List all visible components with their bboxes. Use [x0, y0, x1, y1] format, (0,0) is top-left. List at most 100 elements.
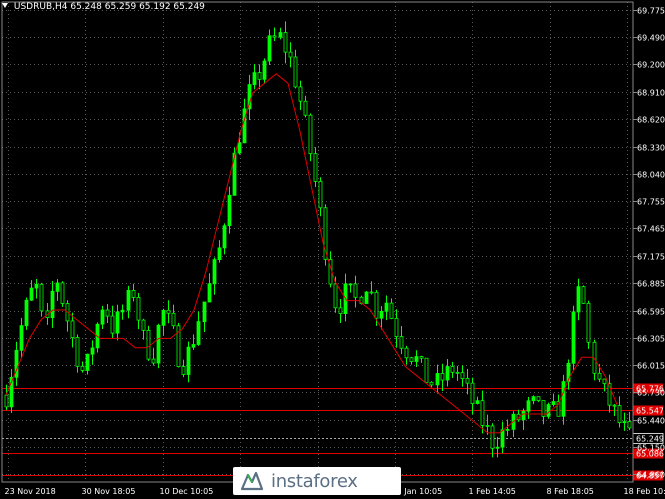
- candle-body: [24, 299, 29, 327]
- y-tick-label: 69.775: [637, 7, 665, 16]
- x-tick-label: 30 Nov 18:05: [82, 487, 136, 496]
- candle-body: [490, 425, 495, 449]
- instaforex-logo[interactable]: instaforex: [233, 467, 401, 495]
- candle-body: [429, 381, 434, 386]
- candle-body: [115, 311, 120, 334]
- y-tick-label: 64.860: [637, 471, 665, 480]
- y-tick-label: 68.330: [637, 144, 665, 153]
- candle-body: [4, 394, 9, 408]
- candle-body: [100, 309, 105, 325]
- candle-body: [414, 356, 419, 362]
- y-tick-label: 65.730: [637, 389, 665, 398]
- candle-body: [612, 404, 617, 407]
- candle-body: [110, 315, 115, 334]
- y-tick-label: 68.040: [637, 171, 665, 180]
- candle-body: [75, 337, 80, 367]
- candle-body: [313, 153, 318, 182]
- candle-body: [546, 404, 551, 417]
- candle-body: [536, 396, 541, 401]
- candle-body: [60, 282, 65, 304]
- x-tick-label: 23 Nov 2018: [5, 487, 56, 496]
- y-tick-label: 66.305: [637, 335, 665, 344]
- candle-body: [298, 86, 303, 102]
- candle-body: [597, 372, 602, 380]
- x-tick-label: 8 Feb 18:05: [547, 487, 594, 496]
- candle-body: [196, 321, 201, 345]
- candle-body: [435, 373, 440, 386]
- candle-body: [29, 287, 34, 301]
- candle-body: [120, 309, 125, 313]
- candle-body: [485, 425, 490, 427]
- candle-body: [460, 372, 465, 379]
- candle-body: [348, 283, 353, 286]
- candle-body: [521, 410, 526, 421]
- candle-body: [353, 283, 358, 298]
- candle-body: [531, 396, 536, 402]
- candle-body: [495, 446, 500, 449]
- candle-body: [267, 35, 272, 62]
- y-tick-label: 69.490: [637, 34, 665, 43]
- candle-body: [394, 318, 399, 337]
- candle-body: [156, 324, 161, 364]
- candle-body: [480, 400, 485, 426]
- ohlc-label: 65.248 65.259 65.192 65.249: [70, 2, 205, 12]
- candle-body: [617, 405, 622, 424]
- dropdown-triangle-icon[interactable]: [2, 3, 8, 8]
- candle-body: [105, 309, 110, 317]
- candle-body: [237, 142, 242, 154]
- y-tick-label: 66.885: [637, 280, 665, 289]
- candle-body: [389, 302, 394, 319]
- candle-body: [55, 282, 60, 292]
- candle-body: [409, 357, 414, 362]
- candle-body: [146, 329, 151, 360]
- candle-body: [571, 311, 576, 364]
- candle-body: [288, 51, 293, 58]
- candle-body: [404, 347, 409, 359]
- candle-body: [419, 356, 424, 359]
- x-tick-label: 1 Feb 14:05: [469, 487, 516, 496]
- candle-body: [333, 283, 338, 309]
- candle-body: [171, 312, 176, 327]
- candle-body: [622, 421, 627, 424]
- candle-body: [576, 286, 581, 313]
- y-tick-label: 65.150: [637, 444, 665, 453]
- candle-body: [252, 72, 257, 85]
- candle-body: [500, 429, 505, 448]
- candle-body: [39, 283, 44, 312]
- candle-body: [450, 366, 455, 373]
- x-tick-label: 10 Dec 10:05: [160, 487, 214, 496]
- candle-body: [161, 309, 166, 326]
- candle-body: [526, 400, 531, 412]
- candle-body: [399, 336, 404, 349]
- candle-body: [364, 291, 369, 304]
- level-tag-label: 65.547: [636, 407, 664, 416]
- candle-body: [586, 302, 591, 343]
- candle-body: [338, 307, 343, 315]
- x-tick-label: 18 Feb 10:05: [624, 487, 665, 496]
- candle-body: [374, 291, 379, 319]
- candle-body: [303, 100, 308, 116]
- y-tick-label: 66.595: [637, 308, 665, 317]
- candle-body: [551, 401, 556, 405]
- candle-body: [505, 428, 510, 431]
- candle-body: [262, 60, 267, 80]
- candle-body: [202, 301, 207, 323]
- candle-body: [141, 319, 146, 331]
- candle-body: [126, 290, 131, 311]
- candle-body: [627, 421, 632, 429]
- candle-body: [207, 283, 212, 303]
- candle-body: [283, 32, 288, 53]
- candle-body: [379, 310, 384, 319]
- y-tick-label: 67.755: [637, 198, 665, 207]
- candle-body: [151, 358, 156, 364]
- y-tick-label: 67.175: [637, 253, 665, 262]
- candle-body: [166, 309, 171, 314]
- candle-body: [85, 353, 90, 371]
- y-tick-label: 68.620: [637, 116, 665, 125]
- candle-body: [293, 56, 298, 88]
- candle-body: [222, 225, 227, 249]
- candle-body: [34, 283, 39, 289]
- instaforex-logo-icon: [240, 471, 264, 491]
- candle-body: [602, 378, 607, 384]
- candle-body: [278, 32, 283, 38]
